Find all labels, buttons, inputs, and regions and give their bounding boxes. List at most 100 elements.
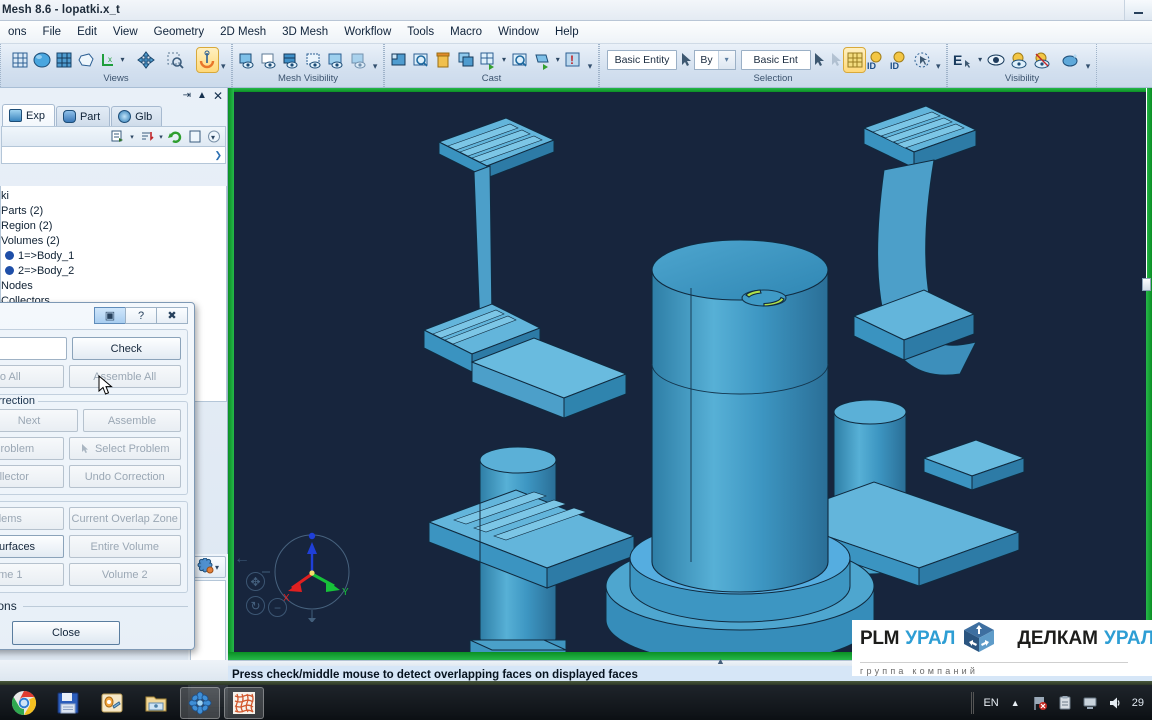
advanced-options-header[interactable]: nced Options (0, 599, 188, 613)
taskbar-paint-app[interactable] (92, 687, 132, 719)
visibility-more-button[interactable]: ▾ (1083, 54, 1093, 74)
menu-item-file[interactable]: File (35, 23, 70, 41)
select-circle-icon[interactable] (912, 48, 933, 72)
language-indicator[interactable]: EN (983, 697, 998, 709)
pointer2-icon[interactable] (812, 49, 827, 71)
anchor-icon[interactable] (195, 46, 219, 73)
zoom-box-icon[interactable] (165, 48, 186, 72)
menu-item-window[interactable]: Window (490, 23, 547, 41)
highlight-icon[interactable] (1060, 48, 1082, 72)
tree-item-volumes[interactable]: Volumes (2) (1, 233, 226, 248)
tree-filter-bar[interactable]: ❯ (1, 146, 226, 164)
refresh-icon[interactable] (167, 129, 184, 145)
chevron-down-icon[interactable]: ❯ (214, 150, 222, 161)
rotate-icon[interactable]: ↻ (246, 596, 265, 615)
menu-item-edit[interactable]: Edit (69, 23, 105, 41)
volume-1-button[interactable]: ume 1 (0, 563, 64, 586)
close-button[interactable]: Close (12, 621, 120, 645)
menu-item-macro[interactable]: Macro (442, 23, 490, 41)
tree-item-nodes[interactable]: Nodes (1, 278, 226, 293)
clipboard-icon[interactable] (1057, 694, 1074, 711)
taskbar-explorer[interactable] (136, 687, 176, 719)
menu-item-3d-mesh[interactable]: 3D Mesh (274, 23, 336, 41)
left-arrow-icon[interactable]: ← (234, 550, 250, 568)
network-icon[interactable] (1082, 694, 1099, 711)
mesh-box-icon[interactable] (326, 48, 347, 72)
tree-item-region[interactable]: Region (2) (1, 218, 226, 233)
visibility-dropdown-caret[interactable]: ▾ (976, 49, 984, 71)
filter-caret[interactable]: ▾ (157, 129, 165, 145)
adjacent-surfaces-button[interactable]: nt Surfaces (0, 535, 64, 558)
collapse-icon[interactable]: ▲ (197, 91, 207, 101)
undo-correction-button[interactable]: Undo Correction (68, 465, 181, 488)
taskbar-icq[interactable] (180, 686, 220, 719)
close-icon[interactable]: ✕ (213, 90, 223, 102)
tab-part[interactable]: Part (55, 106, 111, 126)
next-button[interactable]: Next (0, 409, 78, 432)
mesh-hide-icon[interactable] (258, 48, 279, 72)
show-part-icon[interactable] (1008, 48, 1030, 72)
mesh-solid-icon[interactable] (281, 48, 302, 72)
cast-grid-icon[interactable] (478, 48, 499, 72)
clock[interactable]: 29 (1132, 697, 1146, 709)
pointer-icon[interactable] (678, 49, 693, 71)
entity-combo-2[interactable]: Basic Ent (740, 49, 811, 70)
current-overlap-zone-button[interactable]: Current Overlap Zone (68, 507, 181, 530)
filter-icon[interactable] (138, 129, 155, 145)
cast-check-icon[interactable] (509, 48, 530, 72)
mesh-frame-icon[interactable] (303, 48, 324, 72)
minimize-button[interactable] (1124, 0, 1152, 20)
more-problem-button[interactable]: re Problem (0, 437, 64, 460)
views-dropdown-caret[interactable]: ▾ (119, 49, 127, 71)
dock-icon[interactable]: ⇥ (183, 91, 191, 101)
cast-copy-icon[interactable] (455, 48, 476, 72)
tree-item-body-1[interactable]: 1=>Body_1 (1, 248, 226, 263)
zoom-out-icon[interactable]: − (268, 598, 287, 617)
image-tab[interactable]: ▣ (94, 307, 126, 324)
wireframe-icon[interactable] (10, 48, 31, 72)
taskbar-save-app[interactable] (48, 687, 88, 719)
problems-button[interactable]: blems (0, 507, 64, 530)
pan-icon[interactable] (135, 48, 156, 72)
cast-delete-icon[interactable] (433, 48, 454, 72)
menu-item-2d-mesh[interactable]: 2D Mesh (212, 23, 274, 41)
viewport-scroll-thumb[interactable] (1142, 278, 1151, 291)
help-tab[interactable]: ? (125, 307, 157, 324)
undo-all-button[interactable]: do All (0, 365, 64, 388)
pan-icon[interactable]: ✥ (246, 572, 265, 591)
cast-inspect-icon[interactable] (410, 48, 431, 72)
part-tools-icon[interactable] (197, 557, 214, 577)
axis-lx-icon[interactable]: x (97, 48, 118, 72)
entity-e-icon[interactable]: E (951, 48, 975, 72)
shaded-wireframe-icon[interactable] (53, 48, 74, 72)
mesh-show-icon[interactable] (236, 48, 257, 72)
sort-icon[interactable] (109, 129, 126, 145)
select-all-icon[interactable] (843, 46, 867, 73)
by-dropdown[interactable]: By ▾ (694, 49, 736, 70)
eye-icon[interactable] (985, 48, 1007, 72)
cast-run-caret[interactable]: ▾ (554, 49, 562, 71)
cast-warning-icon[interactable]: ! (563, 48, 584, 72)
check-button[interactable]: Check (71, 337, 181, 360)
assemble-button[interactable]: Assemble (83, 409, 181, 432)
tree-item-body-2[interactable]: 2=>Body_2 (1, 263, 226, 278)
cast-grid-caret[interactable]: ▾ (500, 49, 508, 71)
menu-item-geometry[interactable]: Geometry (146, 23, 213, 41)
mesh-faded-icon[interactable] (348, 48, 369, 72)
chevron-down-icon[interactable]: ▾ (215, 563, 219, 572)
taskbar-chrome[interactable] (4, 687, 44, 719)
entire-volume-button[interactable]: Entire Volume (68, 535, 181, 558)
select-problem-button[interactable]: Select Problem (68, 437, 181, 460)
options-icon[interactable]: ▾ (205, 129, 222, 145)
menu-item-tools[interactable]: Tools (399, 23, 442, 41)
menu-item-view[interactable]: View (105, 23, 146, 41)
3d-viewport[interactable]: X Y ✥ ↻ − ← (234, 92, 1146, 652)
sort-caret[interactable]: ▾ (128, 129, 136, 145)
entity-combo-1[interactable]: Basic Entity (607, 49, 677, 70)
menu-item-help[interactable]: Help (547, 23, 587, 41)
cast-more-button[interactable]: ▾ (585, 54, 595, 74)
mesh-visibility-more-button[interactable]: ▾ (370, 54, 380, 74)
overlap-check-dialog[interactable]: ▣ ? ✖ n 0.2 Check do All Assemble All n … (0, 302, 195, 650)
selection-more-button[interactable]: ▾ (934, 54, 943, 74)
new-icon[interactable] (186, 129, 203, 145)
